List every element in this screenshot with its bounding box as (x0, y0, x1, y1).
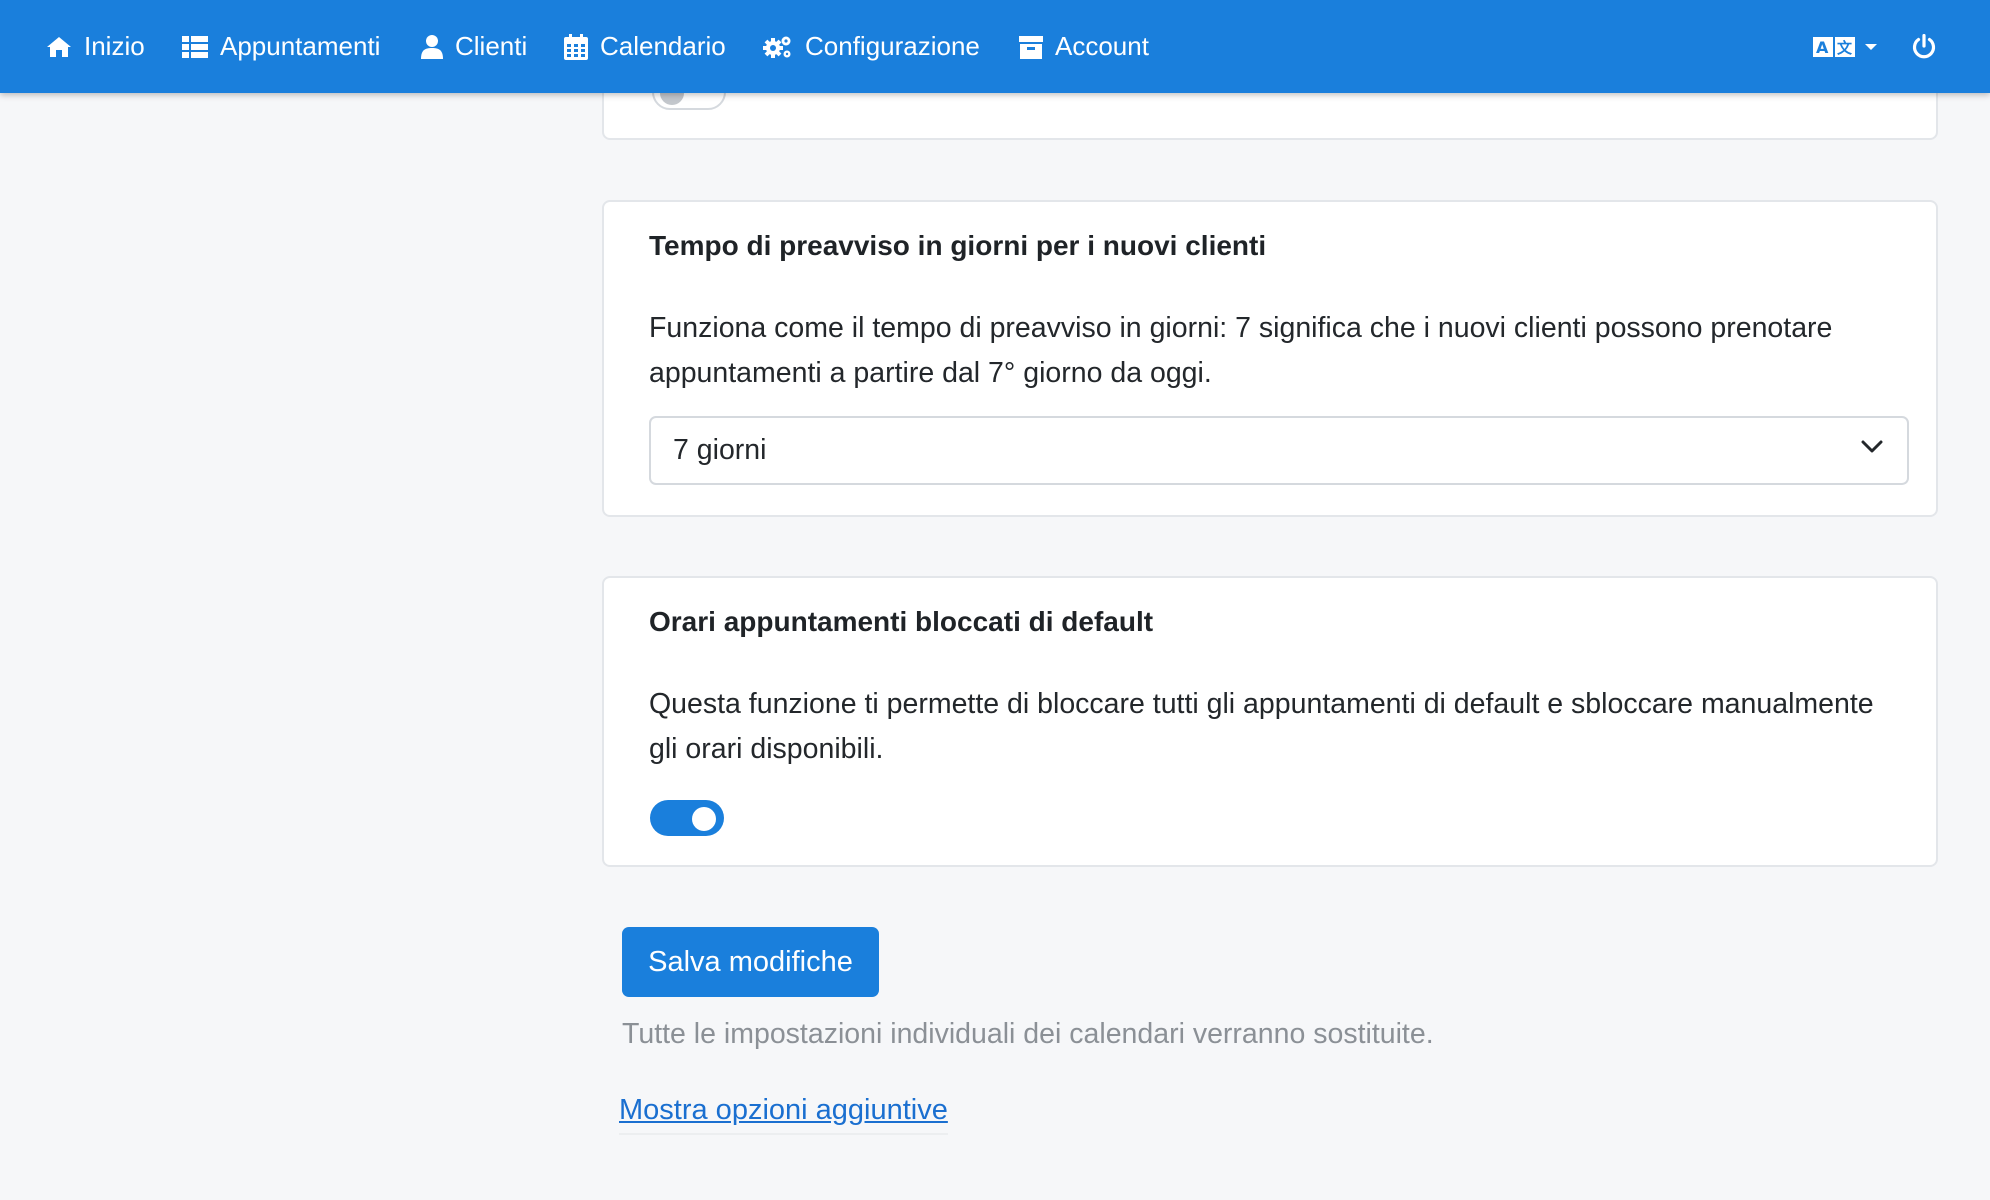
save-button[interactable]: Salva modifiche (622, 927, 879, 997)
nav-item-calendario[interactable]: Calendario (564, 0, 726, 93)
home-icon (46, 36, 72, 58)
svg-text:文: 文 (1837, 39, 1853, 57)
settings-card-blocked-slots: Orari appuntamenti bloccati di default Q… (602, 576, 1938, 867)
nav-label-appuntamenti: Appuntamenti (220, 31, 381, 61)
nav-label-inizio: Inizio (84, 31, 145, 61)
nav-item-account[interactable]: Account (1019, 0, 1149, 93)
settings-card-notice-new-clients: Tempo di preavviso in giorni per i nuovi… (602, 200, 1938, 517)
notice-days-select[interactable]: 7 giorni (649, 416, 1909, 485)
language-icon: A 文 (1813, 36, 1855, 58)
nav-item-appuntamenti[interactable]: Appuntamenti (182, 0, 380, 93)
chevron-down-icon (1865, 43, 1877, 50)
nav-label-configurazione: Configurazione (805, 31, 980, 61)
calendar-icon (564, 33, 588, 60)
show-more-options-link[interactable]: Mostra opzioni aggiuntive (619, 1094, 948, 1135)
card-description: Funziona come il tempo di preavviso in g… (649, 312, 1833, 389)
toggle-knob (692, 807, 716, 831)
archive-icon (1019, 35, 1043, 59)
list-icon (182, 35, 208, 58)
override-note: Tutte le impostazioni individuali dei ca… (622, 1018, 1434, 1050)
language-dropdown[interactable]: A 文 (1813, 0, 1877, 93)
power-icon (1911, 33, 1937, 60)
card-title: Tempo di preavviso in giorni per i nuovi… (649, 230, 1267, 261)
logout-button[interactable] (1911, 0, 1937, 93)
nav-item-clienti[interactable]: Clienti (421, 0, 527, 93)
blocked-slots-toggle[interactable] (650, 800, 724, 836)
nav-label-clienti: Clienti (455, 31, 528, 61)
nav-label-account: Account (1055, 31, 1149, 61)
card-description: Questa funzione ti permette di bloccare … (649, 688, 1874, 765)
nav-label-calendario: Calendario (600, 31, 726, 61)
card-title: Orari appuntamenti bloccati di default (649, 606, 1154, 637)
user-icon (421, 34, 443, 59)
svg-text:A: A (1816, 38, 1829, 57)
gears-icon (763, 35, 793, 59)
nav-item-configurazione[interactable]: Configurazione (763, 0, 980, 93)
top-navbar: Inizio Appuntamenti Clienti Calendario C… (0, 0, 1990, 93)
select-value: 7 giorni (673, 434, 767, 466)
chevron-down-icon (1861, 440, 1883, 459)
nav-item-inizio[interactable]: Inizio (46, 0, 145, 93)
